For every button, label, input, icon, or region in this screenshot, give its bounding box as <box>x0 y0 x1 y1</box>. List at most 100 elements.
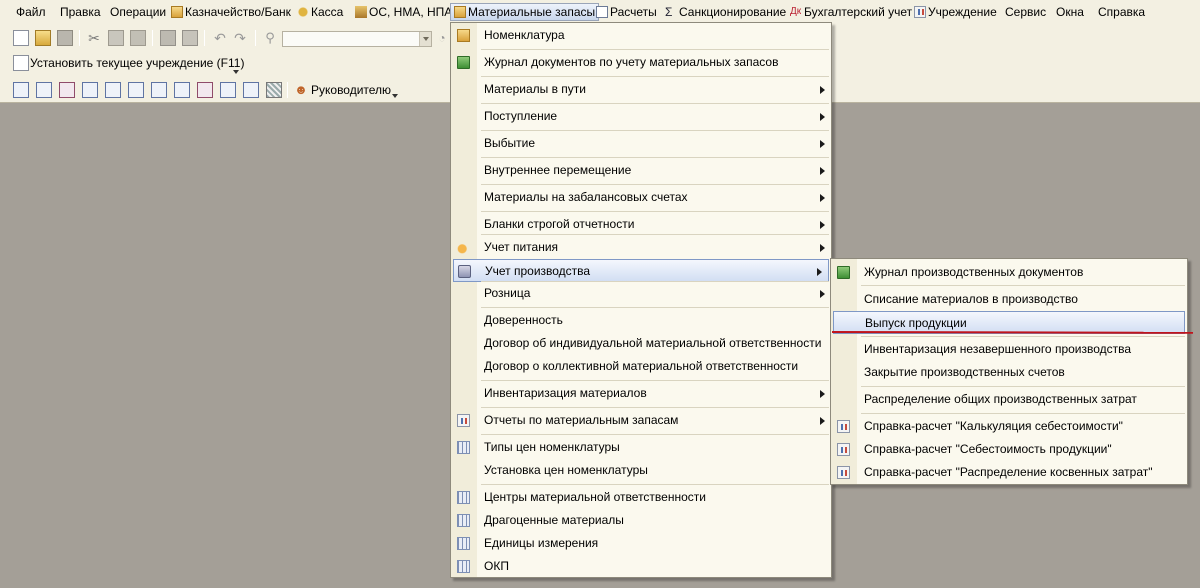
new-document-icon[interactable] <box>13 30 29 46</box>
print-preview-icon[interactable] <box>182 30 198 46</box>
materials-menu-item-17[interactable]: Типы цен номенклатуры <box>451 436 831 459</box>
production-menu-item-5[interactable]: Закрытие производственных счетов <box>831 361 1187 384</box>
menu-cash[interactable]: Касса <box>294 3 346 21</box>
production-menu-item-1[interactable]: Журнал производственных документов <box>831 261 1187 284</box>
production-menu-item-4[interactable]: Инвентаризация незавершенного производст… <box>831 338 1187 361</box>
accounting-icon: Дк <box>790 6 802 17</box>
chevron-down-icon[interactable] <box>233 70 239 77</box>
materials-menu-label: Отчеты по материальным запасам <box>484 413 679 427</box>
menu-file[interactable]: Файл <box>13 3 49 21</box>
report-button-icon[interactable] <box>220 82 236 98</box>
menu-institution[interactable]: Учреждение <box>911 3 1000 21</box>
menu-service-label: Сервис <box>1005 5 1047 19</box>
materials-menu-item-7[interactable]: Материалы на забалансовых счетах <box>451 186 831 209</box>
production-menu-item-2[interactable]: Списание материалов в производство <box>831 288 1187 311</box>
materials-menu-item-18[interactable]: Установка цен номенклатуры <box>451 459 831 482</box>
production-menu-label: Списание материалов в производство <box>864 292 1078 306</box>
journal-icon <box>837 266 850 279</box>
materials-menu-item-2[interactable]: Журнал документов по учету материальных … <box>451 51 831 74</box>
menu-sanctioning[interactable]: Σ Санкционирование <box>662 3 789 21</box>
search-icon[interactable]: ⚲ <box>262 30 278 46</box>
materials-menu-item-1[interactable]: Номенклатура <box>451 24 831 47</box>
report-button-icon[interactable] <box>13 82 29 98</box>
open-folder-icon[interactable] <box>35 30 51 46</box>
cash-icon <box>297 6 309 18</box>
materials-menu-label: Единицы измерения <box>484 536 599 550</box>
copy-icon[interactable] <box>108 30 124 46</box>
materials-menu-label: Драгоценные материалы <box>484 513 624 527</box>
grid-icon <box>457 491 470 504</box>
materials-menu-item-22[interactable]: ОКП <box>451 555 831 578</box>
menu-accounting[interactable]: Дк Бухгалтерский учет <box>787 3 915 21</box>
menu-settlements[interactable]: Расчеты <box>593 3 660 21</box>
chevron-down-icon[interactable] <box>392 94 398 101</box>
materials-menu-label: Типы цен номенклатуры <box>484 440 620 454</box>
materials-menu-item-5[interactable]: Выбытие <box>451 132 831 155</box>
production-menu-item-8[interactable]: Справка-расчет "Себестоимость продукции" <box>831 438 1187 461</box>
menu-materials[interactable]: Материальные запасы <box>450 3 600 21</box>
print-icon[interactable] <box>160 30 176 46</box>
materials-menu-item-3[interactable]: Материалы в пути <box>451 78 831 101</box>
redo-icon[interactable]: ↷ <box>232 30 248 46</box>
report-button-icon[interactable] <box>82 82 98 98</box>
production-menu-item-9[interactable]: Справка-расчет "Распределение косвенных … <box>831 461 1187 484</box>
menu-help[interactable]: Справка <box>1095 3 1148 21</box>
institution-icon <box>914 6 926 18</box>
assets-icon <box>355 6 367 18</box>
set-institution-button[interactable]: Установить текущее учреждение (F11) <box>30 55 244 71</box>
materials-menu-item-11[interactable]: Розница <box>451 282 831 305</box>
production-menu-item-6[interactable]: Распределение общих производственных зат… <box>831 388 1187 411</box>
materials-menu-item-6[interactable]: Внутреннее перемещение <box>451 159 831 182</box>
menu-operations[interactable]: Операции <box>107 3 169 21</box>
production-menu-label: Журнал производственных документов <box>864 265 1084 279</box>
production-submenu: Журнал производственных документов Списан… <box>830 258 1188 485</box>
chevron-down-icon[interactable] <box>419 32 431 46</box>
menu-edit[interactable]: Правка <box>57 3 104 21</box>
menu-windows[interactable]: Окна <box>1053 3 1087 21</box>
menu-treasury[interactable]: Казначейство/Банк <box>168 3 294 21</box>
menu-separator <box>481 184 829 185</box>
report-button-icon[interactable] <box>59 82 75 98</box>
report-button-icon[interactable] <box>151 82 167 98</box>
materials-menu-item-19[interactable]: Центры материальной ответственности <box>451 486 831 509</box>
report-button-icon[interactable] <box>105 82 121 98</box>
report-button-icon[interactable] <box>174 82 190 98</box>
menu-assets[interactable]: ОС, НМА, НПА <box>352 3 455 21</box>
menu-separator <box>481 49 829 50</box>
grid-report-icon[interactable] <box>266 82 282 98</box>
save-icon[interactable] <box>57 30 73 46</box>
report-button-icon[interactable] <box>197 82 213 98</box>
materials-menu-item-4[interactable]: Поступление <box>451 105 831 128</box>
menu-separator <box>481 434 829 435</box>
report-button-icon[interactable] <box>243 82 259 98</box>
paste-icon[interactable] <box>130 30 146 46</box>
materials-menu-label: Инвентаризация материалов <box>484 386 647 400</box>
cut-icon[interactable]: ✂ <box>86 30 102 46</box>
production-menu-item-7[interactable]: Справка-расчет "Калькуляция себестоимост… <box>831 415 1187 438</box>
submenu-arrow-icon <box>820 290 825 298</box>
undo-icon[interactable]: ↶ <box>212 30 228 46</box>
materials-menu-item-10[interactable]: Учет производства <box>453 259 829 282</box>
managers-button[interactable]: Руководителю <box>311 82 391 98</box>
find-icon[interactable]: ◔ <box>434 30 450 46</box>
materials-menu-item-13[interactable]: Договор об индивидуальной материальной о… <box>451 332 831 355</box>
standard-toolbar: ✂ ↶ ↷ ⚲ ◔ <box>0 26 450 50</box>
materials-menu-item-9[interactable]: Учет питания <box>451 236 831 259</box>
menu-separator <box>481 130 829 131</box>
menu-service[interactable]: Сервис <box>1002 3 1049 21</box>
materials-menu-item-8[interactable]: Бланки строгой отчетности <box>451 213 831 236</box>
search-combo[interactable] <box>282 31 432 47</box>
materials-menu-item-12[interactable]: Доверенность <box>451 309 831 332</box>
report-button-icon[interactable] <box>128 82 144 98</box>
toolbar-separator <box>287 82 288 98</box>
materials-menu-item-16[interactable]: Отчеты по материальным запасам <box>451 409 831 432</box>
materials-menu-item-20[interactable]: Драгоценные материалы <box>451 509 831 532</box>
grid-icon <box>457 560 470 573</box>
production-menu-item-3[interactable]: Выпуск продукции <box>833 311 1185 334</box>
materials-menu-item-14[interactable]: Договор о коллективной материальной отве… <box>451 355 831 378</box>
report-button-icon[interactable] <box>36 82 52 98</box>
materials-menu-item-21[interactable]: Единицы измерения <box>451 532 831 555</box>
materials-menu-item-15[interactable]: Инвентаризация материалов <box>451 382 831 405</box>
submenu-arrow-icon <box>820 86 825 94</box>
menu-separator <box>481 211 829 212</box>
